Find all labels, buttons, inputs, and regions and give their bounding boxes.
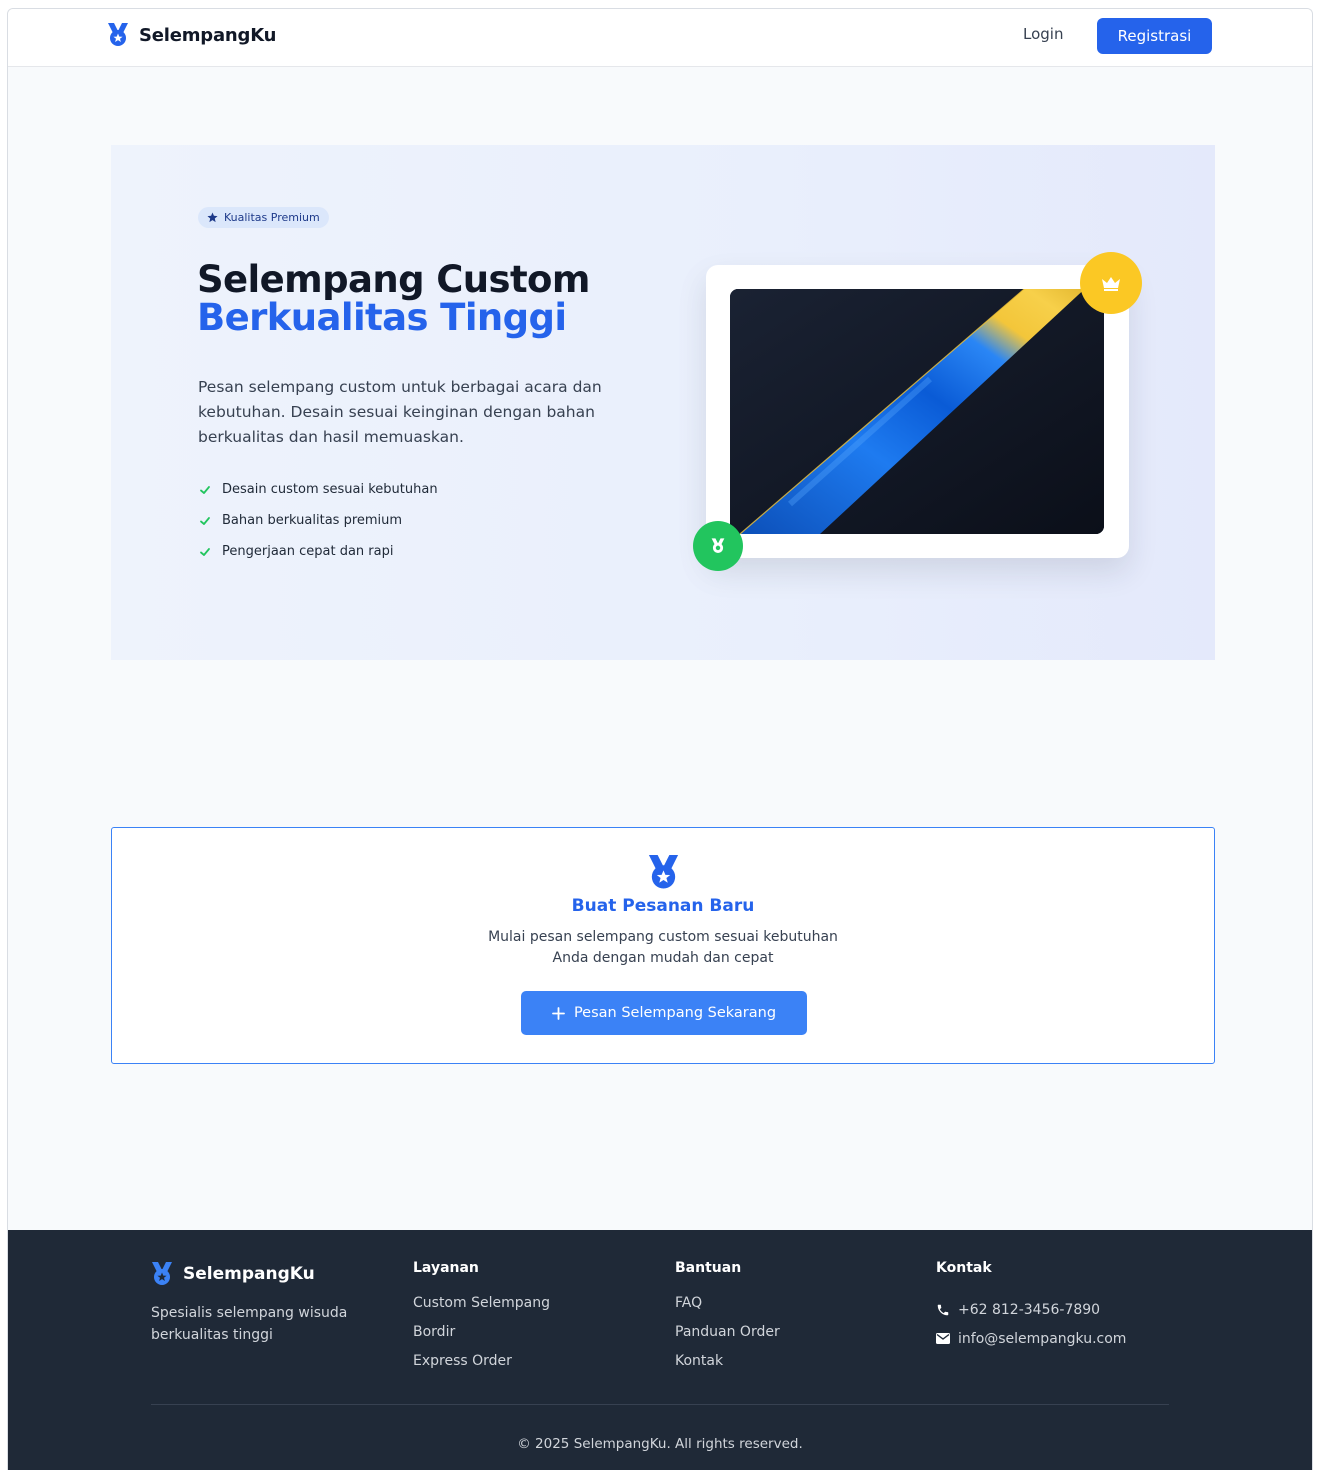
footer-column-title: Bantuan <box>675 1260 742 1276</box>
feature-label: Desain custom sesuai kebutuhan <box>222 482 438 497</box>
hero-image-card <box>706 265 1129 558</box>
hero-title: Selempang Custom Berkualitas Tinggi <box>197 261 590 337</box>
check-icon <box>200 516 210 525</box>
footer-brand[interactable]: SelempangKu <box>151 1262 315 1286</box>
footer-link-bordir[interactable]: Bordir <box>413 1324 550 1353</box>
premium-badge: Kualitas Premium <box>198 207 329 228</box>
footer-tagline: Spesialis selempang wisuda berkualitas t… <box>151 1305 348 1343</box>
footer-link-kontak[interactable]: Kontak <box>675 1353 780 1382</box>
navbar: SelempangKu Login Registrasi <box>8 9 1312 67</box>
feature-label: Bahan berkualitas premium <box>222 513 403 528</box>
footer-email[interactable]: info@selempangku.com <box>936 1324 1126 1353</box>
feature-item: Bahan berkualitas premium <box>199 505 438 536</box>
footer-link-express-order[interactable]: Express Order <box>413 1353 550 1382</box>
footer-copyright: © 2025 SelempangKu. All rights reserved. <box>517 1436 803 1452</box>
footer-link-custom-selempang[interactable]: Custom Selempang <box>413 1295 550 1324</box>
premium-badge-label: Kualitas Premium <box>224 211 320 224</box>
hero-title-line1: Selempang Custom <box>197 258 590 301</box>
crown-icon <box>1102 277 1120 291</box>
envelope-icon <box>936 1333 950 1344</box>
crown-badge <box>1080 252 1142 314</box>
footer-column-bantuan: Bantuan FAQ Panduan Order Kontak <box>675 1260 780 1382</box>
medal-icon <box>152 1262 172 1285</box>
medal-badge <box>693 521 743 571</box>
sash-image <box>730 289 1104 534</box>
brand-logo[interactable]: SelempangKu <box>107 23 276 47</box>
register-button[interactable]: Registrasi <box>1097 18 1212 54</box>
check-icon <box>200 547 210 556</box>
footer-brand-name: SelempangKu <box>183 1264 315 1284</box>
brand-name: SelempangKu <box>139 24 277 46</box>
check-icon <box>200 485 210 494</box>
footer-divider <box>151 1404 1169 1405</box>
footer-column-title: Layanan <box>413 1260 479 1276</box>
medal-icon <box>648 855 679 889</box>
footer-column-layanan: Layanan Custom Selempang Bordir Express … <box>413 1260 550 1382</box>
medal-icon <box>108 23 128 46</box>
cta-description: Mulai pesan selempang custom sesuai kebu… <box>112 927 1214 969</box>
footer-phone-label: +62 812-3456-7890 <box>958 1301 1101 1318</box>
page-frame: SelempangKu Login Registrasi Kualitas Pr… <box>7 8 1313 1470</box>
new-order-card: Buat Pesanan Baru Mulai pesan selempang … <box>111 827 1215 1064</box>
cta-description-line2: Anda dengan mudah dan cepat <box>552 950 774 966</box>
medal-icon <box>711 538 725 553</box>
hero-title-line2: Berkualitas Tinggi <box>197 296 567 339</box>
feature-item: Pengerjaan cepat dan rapi <box>199 536 438 567</box>
feature-item: Desain custom sesuai kebutuhan <box>199 474 438 505</box>
order-now-button[interactable]: Pesan Selempang Sekarang <box>521 991 807 1035</box>
footer-email-label: info@selempangku.com <box>958 1330 1127 1347</box>
order-now-label: Pesan Selempang Sekarang <box>573 1005 777 1021</box>
star-icon <box>207 212 218 223</box>
hero-description: Pesan selempang custom untuk berbagai ac… <box>198 378 602 446</box>
footer-column-kontak: Kontak +62 812-3456-7890 info@selempangk… <box>936 1260 1126 1353</box>
footer: SelempangKu Spesialis selempang wisuda b… <box>8 1230 1312 1470</box>
feature-list: Desain custom sesuai kebutuhan Bahan ber… <box>199 474 438 567</box>
footer-link-faq[interactable]: FAQ <box>675 1295 780 1324</box>
footer-phone[interactable]: +62 812-3456-7890 <box>936 1295 1126 1324</box>
hero-section: Kualitas Premium Selempang Custom Berkua… <box>111 145 1215 660</box>
phone-icon <box>937 1304 949 1315</box>
cta-title: Buat Pesanan Baru <box>571 896 755 916</box>
plus-icon <box>552 1006 565 1020</box>
login-button[interactable]: Login <box>1023 25 1063 43</box>
sash-illustration <box>730 289 1104 534</box>
cta-description-line1: Mulai pesan selempang custom sesuai kebu… <box>488 929 838 945</box>
footer-link-panduan-order[interactable]: Panduan Order <box>675 1324 780 1353</box>
feature-label: Pengerjaan cepat dan rapi <box>222 544 394 559</box>
footer-column-title: Kontak <box>936 1260 992 1276</box>
